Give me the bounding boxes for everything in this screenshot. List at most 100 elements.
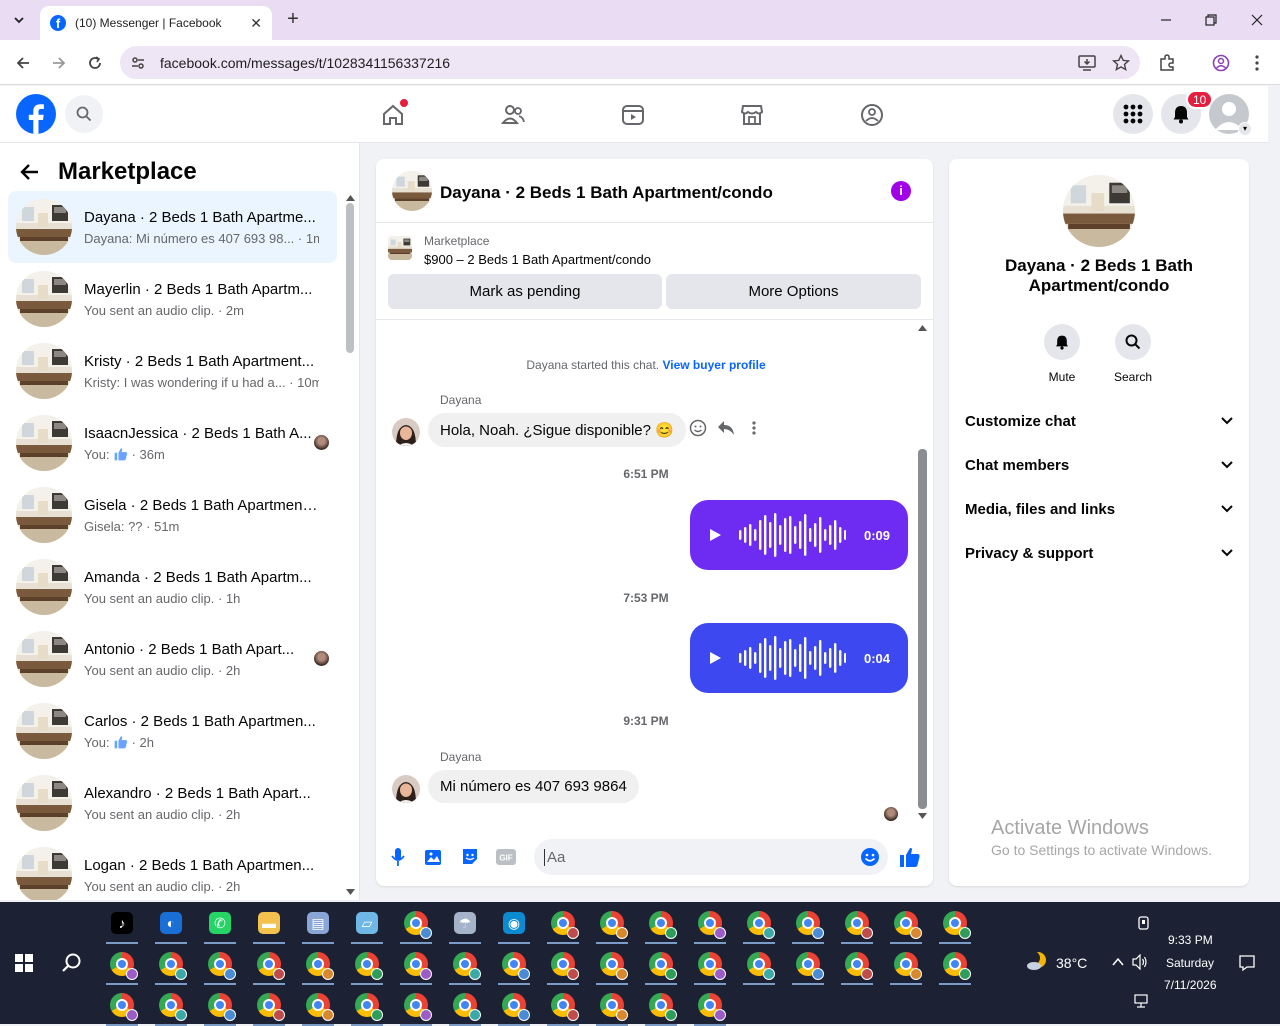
listing-thumbnail[interactable] (388, 236, 412, 260)
conversation-item[interactable]: Gisela · 2 Beds 1 Bath Apartment... Gisel… (8, 479, 337, 551)
close-tab-icon[interactable]: ✕ (250, 15, 262, 32)
edge-shell-icon[interactable]: ◐ (153, 905, 189, 944)
chrome-window-button[interactable] (888, 905, 924, 944)
chrome-window-button[interactable] (398, 946, 434, 985)
temperature-text[interactable]: 38°C (1056, 955, 1087, 971)
search-in-chat-button[interactable]: Search (1103, 324, 1163, 384)
conversation-item[interactable]: Carlos · 2 Beds 1 Bath Apartmen... You: · … (8, 695, 337, 767)
clock-time[interactable]: 9:33 PM (1168, 933, 1213, 947)
site-info-icon[interactable] (130, 55, 146, 71)
back-arrow-icon[interactable] (20, 162, 40, 182)
facebook-logo[interactable] (16, 94, 56, 134)
restore-button[interactable] (1201, 10, 1221, 30)
details-section-media-files-and-links[interactable]: Media, files and links (965, 491, 1233, 527)
profile-button[interactable] (1210, 52, 1232, 74)
attach-photo-button[interactable] (422, 845, 446, 869)
marketplace-nav-button[interactable] (737, 100, 767, 130)
message-input[interactable]: Aa (534, 839, 888, 875)
extensions-button[interactable] (1156, 52, 1178, 74)
details-section-customize-chat[interactable]: Customize chat (965, 403, 1233, 439)
home-nav-button[interactable] (378, 99, 408, 130)
chrome-window-button[interactable] (937, 905, 973, 944)
chrome-window-button[interactable] (643, 905, 679, 944)
friends-nav-button[interactable] (498, 100, 528, 130)
conversation-item[interactable]: Dayana · 2 Beds 1 Bath Apartme... Dayana:… (8, 191, 337, 263)
gaming-nav-button[interactable] (857, 100, 887, 130)
chrome-window-button[interactable] (104, 987, 140, 1026)
notification-center-icon[interactable] (1238, 954, 1256, 972)
watch-nav-button[interactable] (618, 100, 648, 130)
chrome-window-button[interactable] (937, 946, 973, 985)
chrome-window-button[interactable] (349, 946, 385, 985)
voice-clip-button[interactable] (386, 845, 410, 869)
word-app-icon[interactable]: ▤ (300, 905, 336, 944)
chrome-window-button[interactable] (594, 987, 630, 1026)
chrome-window-button[interactable] (202, 946, 238, 985)
sender-avatar[interactable] (392, 775, 420, 803)
chevron-up-icon[interactable] (1112, 957, 1124, 967)
account-button[interactable]: ▾ (1209, 94, 1252, 136)
tab-search-button[interactable] (6, 8, 32, 32)
info-icon[interactable]: i (891, 181, 911, 201)
chrome-window-button[interactable] (153, 946, 189, 985)
emoji-icon[interactable] (860, 847, 880, 867)
chrome-window-button[interactable] (153, 987, 189, 1026)
chrome-window-button[interactable] (545, 946, 581, 985)
chrome-window-button[interactable] (496, 946, 532, 985)
chrome-window-button[interactable] (692, 987, 728, 1026)
chrome-window-button[interactable] (202, 987, 238, 1026)
audio-message[interactable]: 0:04 (690, 623, 908, 693)
whatsapp-icon[interactable]: ✆ (202, 905, 238, 944)
chrome-window-button[interactable] (643, 946, 679, 985)
clock-day[interactable]: Saturday (1166, 956, 1214, 970)
chrome-window-button[interactable] (839, 946, 875, 985)
chrome-window-button[interactable] (692, 905, 728, 944)
taskbar-search-button[interactable] (54, 945, 90, 981)
chrome-window-button[interactable] (692, 946, 728, 985)
scroll-down-icon[interactable] (918, 813, 927, 819)
profile-avatar[interactable] (1063, 175, 1135, 247)
facebook-search-button[interactable] (65, 95, 103, 133)
tiktok-icon[interactable]: ♪ (104, 905, 140, 944)
reply-icon[interactable] (717, 420, 735, 436)
new-tab-button[interactable]: + (282, 9, 304, 31)
listing-title[interactable]: $900 – 2 Beds 1 Bath Apartment/condo (424, 252, 651, 267)
chrome-window-button[interactable] (104, 946, 140, 985)
install-app-icon[interactable] (1078, 54, 1096, 72)
chrome-window-button[interactable] (643, 987, 679, 1026)
start-button[interactable] (6, 945, 42, 981)
menu-button[interactable] (1113, 94, 1153, 134)
conversation-item[interactable]: Mayerlin · 2 Beds 1 Bath Apartm... You se… (8, 263, 337, 335)
scroll-up-icon[interactable] (918, 325, 927, 331)
forward-button[interactable] (48, 52, 70, 74)
details-section-chat-members[interactable]: Chat members (965, 447, 1233, 483)
sticker-button[interactable] (458, 845, 482, 869)
chrome-window-button[interactable] (888, 946, 924, 985)
chrome-window-button[interactable] (741, 946, 777, 985)
react-emoji-icon[interactable] (689, 419, 707, 437)
play-icon[interactable] (708, 528, 722, 542)
chat-title[interactable]: Dayana · 2 Beds 1 Bath Apartment/condo (440, 183, 773, 203)
browser-menu-button[interactable] (1246, 52, 1268, 74)
edge-icon[interactable]: ◉ (496, 905, 532, 944)
address-bar[interactable]: facebook.com/messages/t/1028341156337216 (120, 46, 1140, 79)
chrome-window-button[interactable] (398, 987, 434, 1026)
conversation-item[interactable]: Kristy · 2 Beds 1 Bath Apartment... Krist… (8, 335, 337, 407)
conversation-item[interactable]: Logan · 2 Beds 1 Bath Apartmen... You sen… (8, 839, 337, 900)
browser-tab[interactable]: f (10) Messenger | Facebook ✕ (40, 6, 272, 40)
conversation-item[interactable]: Amanda · 2 Beds 1 Bath Apartm... You sent… (8, 551, 337, 623)
chrome-window-button[interactable] (300, 987, 336, 1026)
view-buyer-profile-link[interactable]: View buyer profile (662, 358, 765, 372)
chrome-window-button[interactable] (398, 905, 434, 944)
chrome-window-button[interactable] (447, 946, 483, 985)
meet-now-icon[interactable] (1137, 916, 1151, 930)
chrome-window-button[interactable] (251, 946, 287, 985)
network-icon[interactable] (1134, 994, 1150, 1008)
bookmark-star-icon[interactable] (1112, 53, 1130, 72)
conversation-item[interactable]: Alexandro · 2 Beds 1 Bath Apart... You se… (8, 767, 337, 839)
play-icon[interactable] (708, 651, 722, 665)
conversation-item[interactable]: IsaacnJessica · 2 Beds 1 Bath A... You: · … (8, 407, 337, 479)
chat-scrollbar[interactable] (918, 449, 927, 809)
scroll-up-icon[interactable] (346, 195, 355, 201)
speaker-icon[interactable] (1132, 954, 1148, 970)
